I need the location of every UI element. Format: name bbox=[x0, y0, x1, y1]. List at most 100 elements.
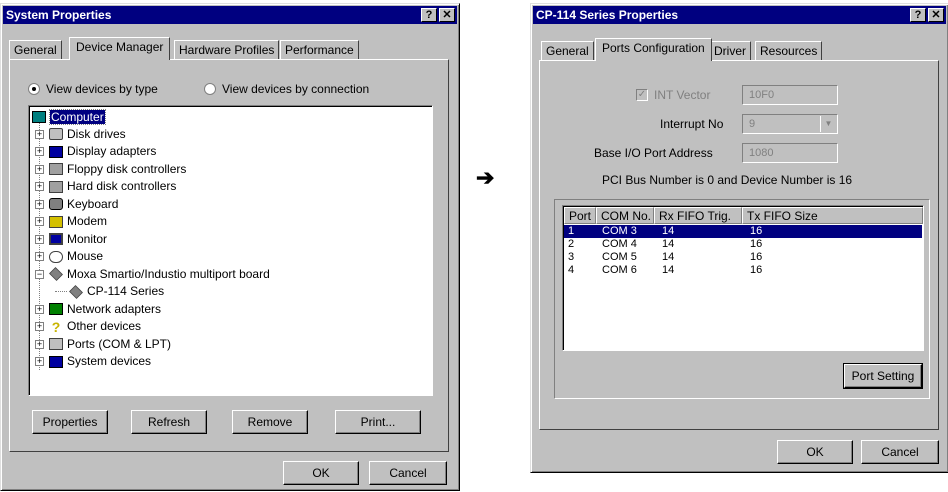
expand-icon[interactable]: + bbox=[35, 217, 44, 226]
tx-fifo-cell: 16 bbox=[750, 238, 763, 250]
table-row[interactable]: 4 COM 6 14 16 bbox=[564, 264, 922, 277]
expand-icon[interactable]: + bbox=[35, 129, 44, 139]
close-button[interactable]: ✕ bbox=[928, 8, 944, 22]
base-io-field[interactable]: 1080 bbox=[742, 143, 838, 163]
help-button[interactable]: ? bbox=[421, 8, 437, 22]
column-header-rx-fifo[interactable]: Rx FIFO Trig. bbox=[654, 207, 742, 224]
column-header-com[interactable]: COM No. bbox=[596, 207, 654, 224]
tree-item[interactable]: + Disk drives bbox=[35, 126, 126, 143]
properties-button[interactable]: Properties bbox=[32, 410, 108, 434]
tab-panel: View devices by type View devices by con… bbox=[9, 59, 449, 452]
refresh-button[interactable]: Refresh bbox=[131, 410, 207, 434]
tree-item[interactable]: + Modem bbox=[35, 213, 107, 230]
title-bar[interactable]: System Properties ? ✕ bbox=[3, 6, 457, 24]
tab-driver[interactable]: Driver bbox=[709, 41, 751, 61]
expand-icon[interactable]: + bbox=[35, 199, 44, 209]
floppy-controller-icon bbox=[49, 163, 63, 175]
tree-item[interactable]: + Ports (COM & LPT) bbox=[35, 336, 171, 353]
tab-hardware-profiles[interactable]: Hardware Profiles bbox=[174, 40, 280, 60]
device-tree[interactable]: Computer + Disk drives + Display adapters + Fl… bbox=[28, 105, 433, 396]
system-properties-window: System Properties ? ✕ General Device Man… bbox=[0, 3, 460, 491]
tree-item-label: Disk drives bbox=[67, 126, 126, 141]
tree-item[interactable]: + Mouse bbox=[35, 248, 103, 265]
close-button[interactable]: ✕ bbox=[439, 8, 455, 22]
expand-icon[interactable]: + bbox=[35, 322, 44, 331]
tree-item-label: Display adapters bbox=[67, 144, 157, 158]
tree-item[interactable]: CP-114 Series bbox=[55, 283, 164, 300]
expand-icon[interactable]: + bbox=[35, 252, 44, 261]
tab-ports-configuration[interactable]: Ports Configuration bbox=[595, 38, 712, 61]
com-cell: COM 5 bbox=[602, 251, 637, 263]
tab-performance[interactable]: Performance bbox=[280, 40, 359, 60]
print-button[interactable]: Print... bbox=[335, 410, 421, 434]
system-device-icon bbox=[49, 355, 63, 368]
keyboard-icon bbox=[49, 198, 63, 210]
ok-button[interactable]: OK bbox=[777, 440, 853, 464]
tree-item[interactable]: + Hard disk controllers bbox=[35, 178, 176, 195]
tree-item-label: Monitor bbox=[67, 231, 108, 246]
tree-item[interactable]: + Keyboard bbox=[35, 196, 118, 213]
tree-item-label: Mouse bbox=[67, 249, 104, 263]
tab-resources[interactable]: Resources bbox=[755, 41, 823, 61]
tree-item[interactable]: + Display adapters bbox=[35, 143, 156, 160]
computer-icon bbox=[32, 110, 46, 123]
radio-unselected-icon bbox=[204, 83, 216, 95]
window-title: CP-114 Series Properties bbox=[536, 8, 679, 22]
tree-item[interactable]: + Floppy disk controllers bbox=[35, 161, 186, 178]
ports-list[interactable]: Port COM No. Rx FIFO Trig. Tx FIFO Size … bbox=[562, 205, 924, 351]
interrupt-select[interactable]: 9 ▼ bbox=[742, 114, 838, 134]
help-button[interactable]: ? bbox=[910, 8, 926, 22]
disk-drive-icon bbox=[49, 128, 63, 140]
column-header-tx-fifo[interactable]: Tx FIFO Size bbox=[742, 207, 923, 224]
expand-icon[interactable]: + bbox=[35, 234, 44, 244]
expand-icon[interactable]: + bbox=[35, 182, 44, 191]
tree-item[interactable]: + Monitor bbox=[35, 231, 107, 248]
question-icon: ? bbox=[51, 318, 61, 335]
remove-button[interactable]: Remove bbox=[232, 410, 308, 434]
cancel-button[interactable]: Cancel bbox=[369, 461, 447, 485]
tab-general[interactable]: General bbox=[541, 41, 594, 61]
table-row[interactable]: 3 COM 5 14 16 bbox=[564, 251, 922, 264]
window-title: System Properties bbox=[6, 8, 112, 22]
table-row[interactable]: 1 COM 3 14 16 bbox=[564, 225, 922, 238]
view-by-type-label: View devices by type bbox=[46, 82, 158, 96]
title-bar[interactable]: CP-114 Series Properties ? ✕ bbox=[533, 6, 946, 24]
tree-item-label: Ports (COM & LPT) bbox=[67, 336, 172, 351]
int-vector-checkbox[interactable]: ✓ bbox=[636, 89, 648, 101]
tree-item[interactable]: − Moxa Smartio/Industio multiport board bbox=[35, 266, 270, 283]
tab-device-manager[interactable]: Device Manager bbox=[69, 37, 171, 60]
interrupt-label: Interrupt No bbox=[660, 117, 724, 131]
expand-icon[interactable]: + bbox=[35, 357, 44, 366]
multiport-board-icon bbox=[49, 267, 63, 281]
tree-item[interactable]: +? Other devices bbox=[35, 318, 141, 335]
column-header-port[interactable]: Port bbox=[564, 207, 596, 224]
chevron-down-icon[interactable]: ▼ bbox=[820, 116, 836, 132]
int-vector-field[interactable]: 10F0 bbox=[742, 85, 838, 105]
view-by-connection-label: View devices by connection bbox=[222, 82, 370, 96]
modem-icon bbox=[49, 215, 63, 228]
display-adapter-icon bbox=[49, 145, 63, 158]
expand-icon[interactable]: + bbox=[35, 164, 44, 174]
tree-item[interactable]: Computer bbox=[32, 108, 106, 125]
tree-item-label: Floppy disk controllers bbox=[67, 161, 187, 176]
expand-icon[interactable]: + bbox=[35, 304, 44, 314]
port-setting-button[interactable]: Port Setting bbox=[843, 363, 923, 389]
expand-icon[interactable]: + bbox=[35, 339, 44, 349]
multiport-board-icon bbox=[69, 284, 83, 299]
cancel-button[interactable]: Cancel bbox=[861, 440, 939, 464]
view-by-connection-radio[interactable]: View devices by connection bbox=[204, 82, 369, 96]
tree-item-label: Moxa Smartio/Industio multiport board bbox=[67, 266, 270, 281]
interrupt-value: 9 bbox=[749, 118, 756, 130]
tx-fifo-cell: 16 bbox=[750, 251, 763, 263]
radio-selected-icon bbox=[28, 83, 40, 95]
tree-item-label: Hard disk controllers bbox=[67, 179, 177, 193]
view-by-type-radio[interactable]: View devices by type bbox=[28, 82, 158, 96]
table-row[interactable]: 2 COM 4 14 16 bbox=[564, 238, 922, 251]
tree-item[interactable]: + Network adapters bbox=[35, 301, 161, 318]
port-cell: 2 bbox=[568, 238, 575, 250]
collapse-icon[interactable]: − bbox=[35, 269, 44, 279]
expand-icon[interactable]: + bbox=[35, 147, 44, 156]
tree-item[interactable]: + System devices bbox=[35, 353, 151, 370]
ok-button[interactable]: OK bbox=[283, 461, 359, 485]
tab-general[interactable]: General bbox=[9, 40, 62, 60]
